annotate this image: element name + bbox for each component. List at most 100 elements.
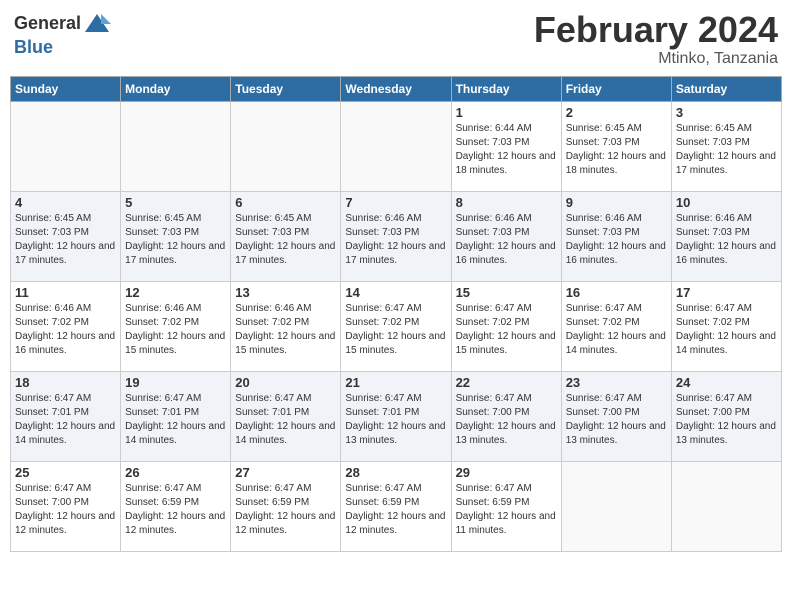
day-info-4: Sunrise: 6:45 AM Sunset: 7:03 PM Dayligh…: [15, 212, 116, 268]
month-title: February 2024: [534, 10, 778, 50]
day-number-17: 17: [676, 285, 777, 300]
day-info-10: Sunrise: 6:46 AM Sunset: 7:03 PM Dayligh…: [676, 212, 777, 268]
day-number-26: 26: [125, 465, 226, 480]
day-number-25: 25: [15, 465, 116, 480]
calendar-day-24: 24 Sunrise: 6:47 AM Sunset: 7:00 PM Dayli…: [671, 371, 781, 461]
calendar-day-23: 23Sunrise: 6:47 AM Sunset: 7:00 PM Dayli…: [561, 371, 671, 461]
calendar-week-3: 11 Sunrise: 6:46 AM Sunset: 7:02 PM Dayli…: [11, 281, 782, 371]
logo-blue-text: Blue: [14, 38, 111, 58]
weekday-header-friday: Friday: [561, 76, 671, 101]
calendar-day-28: 28 Sunrise: 6:47 AM Sunset: 6:59 PM Dayli…: [341, 461, 451, 551]
calendar-day-16: 16 Sunrise: 6:47 AM Sunset: 7:02 PM Dayli…: [561, 281, 671, 371]
day-number-21: 21: [345, 375, 446, 390]
day-info-17: Sunrise: 6:47 AM Sunset: 7:02 PM Dayligh…: [676, 302, 777, 358]
day-number-10: 10: [676, 195, 777, 210]
calendar-day-15: 15 Sunrise: 6:47 AM Sunset: 7:02 PM Dayli…: [451, 281, 561, 371]
day-number-15: 15: [456, 285, 557, 300]
calendar-day-1: 1Sunrise: 6:44 AM Sunset: 7:03 PM Daylig…: [451, 101, 561, 191]
logo: General Blue: [14, 10, 111, 58]
day-number-18: 18: [15, 375, 116, 390]
weekday-header-sunday: Sunday: [11, 76, 121, 101]
calendar-day-empty: [671, 461, 781, 551]
day-info-24: Sunrise: 6:47 AM Sunset: 7:00 PM Dayligh…: [676, 392, 777, 448]
day-number-12: 12: [125, 285, 226, 300]
day-info-28: Sunrise: 6:47 AM Sunset: 6:59 PM Dayligh…: [345, 482, 446, 538]
day-info-2: Sunrise: 6:45 AM Sunset: 7:03 PM Dayligh…: [566, 122, 667, 178]
weekday-header-thursday: Thursday: [451, 76, 561, 101]
day-info-12: Sunrise: 6:46 AM Sunset: 7:02 PM Dayligh…: [125, 302, 226, 358]
calendar-day-empty: [231, 101, 341, 191]
calendar-day-25: 25 Sunrise: 6:47 AM Sunset: 7:00 PM Dayli…: [11, 461, 121, 551]
day-info-19: Sunrise: 6:47 AM Sunset: 7:01 PM Dayligh…: [125, 392, 226, 448]
calendar-day-11: 11 Sunrise: 6:46 AM Sunset: 7:02 PM Dayli…: [11, 281, 121, 371]
day-number-1: 1: [456, 105, 557, 120]
day-info-8: Sunrise: 6:46 AM Sunset: 7:03 PM Dayligh…: [456, 212, 557, 268]
day-info-6: Sunrise: 6:45 AM Sunset: 7:03 PM Dayligh…: [235, 212, 336, 268]
calendar-day-20: 20Sunrise: 6:47 AM Sunset: 7:01 PM Dayli…: [231, 371, 341, 461]
title-section: February 2024 Mtinko, Tanzania: [534, 10, 778, 68]
day-info-27: Sunrise: 6:47 AM Sunset: 6:59 PM Dayligh…: [235, 482, 336, 538]
calendar-day-14: 14 Sunrise: 6:47 AM Sunset: 7:02 PM Dayli…: [341, 281, 451, 371]
day-info-25: Sunrise: 6:47 AM Sunset: 7:00 PM Dayligh…: [15, 482, 116, 538]
calendar-day-13: 13 Sunrise: 6:46 AM Sunset: 7:02 PM Dayli…: [231, 281, 341, 371]
logo-icon: [83, 10, 111, 38]
day-number-7: 7: [345, 195, 446, 210]
day-number-11: 11: [15, 285, 116, 300]
calendar-day-18: 18 Sunrise: 6:47 AM Sunset: 7:01 PM Dayli…: [11, 371, 121, 461]
day-number-13: 13: [235, 285, 336, 300]
day-info-15: Sunrise: 6:47 AM Sunset: 7:02 PM Dayligh…: [456, 302, 557, 358]
day-number-14: 14: [345, 285, 446, 300]
day-number-5: 5: [125, 195, 226, 210]
day-info-11: Sunrise: 6:46 AM Sunset: 7:02 PM Dayligh…: [15, 302, 116, 358]
day-info-26: Sunrise: 6:47 AM Sunset: 6:59 PM Dayligh…: [125, 482, 226, 538]
day-info-18: Sunrise: 6:47 AM Sunset: 7:01 PM Dayligh…: [15, 392, 116, 448]
day-info-21: Sunrise: 6:47 AM Sunset: 7:01 PM Dayligh…: [345, 392, 446, 448]
calendar-day-29: 29 Sunrise: 6:47 AM Sunset: 6:59 PM Dayli…: [451, 461, 561, 551]
day-number-6: 6: [235, 195, 336, 210]
weekday-header-tuesday: Tuesday: [231, 76, 341, 101]
calendar-day-5: 5 Sunrise: 6:45 AM Sunset: 7:03 PM Daylig…: [121, 191, 231, 281]
day-number-9: 9: [566, 195, 667, 210]
weekday-header-wednesday: Wednesday: [341, 76, 451, 101]
day-info-22: Sunrise: 6:47 AM Sunset: 7:00 PM Dayligh…: [456, 392, 557, 448]
calendar-day-4: 4 Sunrise: 6:45 AM Sunset: 7:03 PM Daylig…: [11, 191, 121, 281]
weekday-header-saturday: Saturday: [671, 76, 781, 101]
day-number-2: 2: [566, 105, 667, 120]
calendar-day-9: 9 Sunrise: 6:46 AM Sunset: 7:03 PM Daylig…: [561, 191, 671, 281]
day-number-8: 8: [456, 195, 557, 210]
day-number-3: 3: [676, 105, 777, 120]
day-number-22: 22: [456, 375, 557, 390]
day-number-16: 16: [566, 285, 667, 300]
day-number-29: 29: [456, 465, 557, 480]
calendar-day-8: 8 Sunrise: 6:46 AM Sunset: 7:03 PM Daylig…: [451, 191, 561, 281]
day-info-7: Sunrise: 6:46 AM Sunset: 7:03 PM Dayligh…: [345, 212, 446, 268]
day-info-14: Sunrise: 6:47 AM Sunset: 7:02 PM Dayligh…: [345, 302, 446, 358]
calendar-day-27: 27Sunrise: 6:47 AM Sunset: 6:59 PM Dayli…: [231, 461, 341, 551]
calendar-day-empty: [121, 101, 231, 191]
calendar-day-empty: [341, 101, 451, 191]
day-number-24: 24: [676, 375, 777, 390]
calendar-day-21: 21 Sunrise: 6:47 AM Sunset: 7:01 PM Dayli…: [341, 371, 451, 461]
calendar-week-5: 25 Sunrise: 6:47 AM Sunset: 7:00 PM Dayli…: [11, 461, 782, 551]
calendar-day-26: 26 Sunrise: 6:47 AM Sunset: 6:59 PM Dayli…: [121, 461, 231, 551]
calendar-week-4: 18 Sunrise: 6:47 AM Sunset: 7:01 PM Dayli…: [11, 371, 782, 461]
calendar-day-2: 2 Sunrise: 6:45 AM Sunset: 7:03 PM Daylig…: [561, 101, 671, 191]
day-info-20: Sunrise: 6:47 AM Sunset: 7:01 PM Dayligh…: [235, 392, 336, 448]
page-header: General Blue February 2024 Mtinko, Tanza…: [10, 10, 782, 68]
day-info-3: Sunrise: 6:45 AM Sunset: 7:03 PM Dayligh…: [676, 122, 777, 178]
day-info-13: Sunrise: 6:46 AM Sunset: 7:02 PM Dayligh…: [235, 302, 336, 358]
calendar-week-1: 1Sunrise: 6:44 AM Sunset: 7:03 PM Daylig…: [11, 101, 782, 191]
calendar-day-12: 12 Sunrise: 6:46 AM Sunset: 7:02 PM Dayli…: [121, 281, 231, 371]
day-number-23: 23: [566, 375, 667, 390]
day-number-4: 4: [15, 195, 116, 210]
day-info-5: Sunrise: 6:45 AM Sunset: 7:03 PM Dayligh…: [125, 212, 226, 268]
calendar-week-2: 4 Sunrise: 6:45 AM Sunset: 7:03 PM Daylig…: [11, 191, 782, 281]
day-info-16: Sunrise: 6:47 AM Sunset: 7:02 PM Dayligh…: [566, 302, 667, 358]
calendar-table: SundayMondayTuesdayWednesdayThursdayFrid…: [10, 76, 782, 552]
calendar-day-6: 6 Sunrise: 6:45 AM Sunset: 7:03 PM Daylig…: [231, 191, 341, 281]
day-info-9: Sunrise: 6:46 AM Sunset: 7:03 PM Dayligh…: [566, 212, 667, 268]
day-info-29: Sunrise: 6:47 AM Sunset: 6:59 PM Dayligh…: [456, 482, 557, 538]
day-number-28: 28: [345, 465, 446, 480]
calendar-day-3: 3 Sunrise: 6:45 AM Sunset: 7:03 PM Daylig…: [671, 101, 781, 191]
logo-general-text: General: [14, 14, 81, 34]
